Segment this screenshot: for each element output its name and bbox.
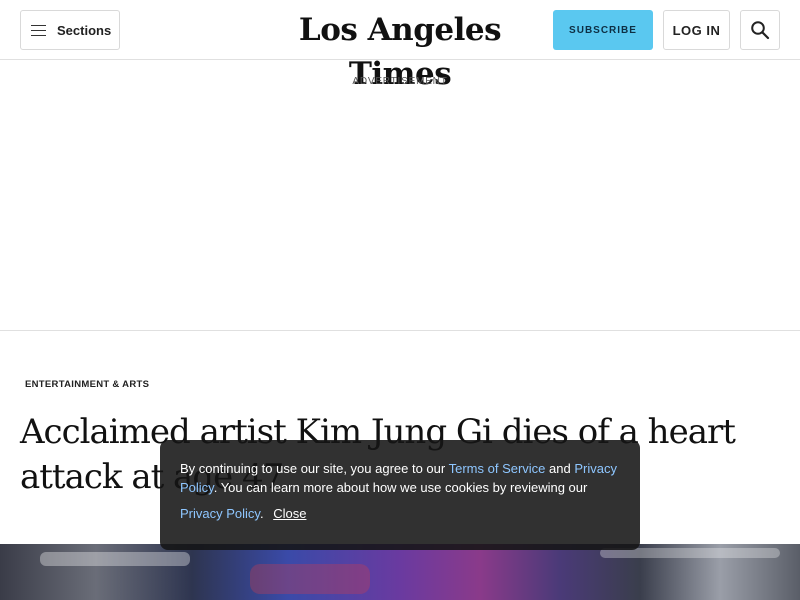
section-tag-link[interactable]: ENTERTAINMENT & ARTS [25, 379, 149, 390]
cookie-close-button[interactable]: Close [273, 506, 306, 521]
cookie-consent-banner: By continuing to use our site, you agree… [160, 440, 640, 550]
cookie-actions: Privacy Policy. Close [180, 506, 307, 521]
sections-label: Sections [57, 22, 112, 38]
terms-of-service-link[interactable]: Terms of Service [449, 461, 546, 476]
site-header: Sections Los Angeles Times SUBSCRIBE LOG… [0, 0, 800, 92]
login-button[interactable]: LOG IN [663, 10, 730, 50]
advertisement-slot [0, 92, 800, 330]
sections-button[interactable]: Sections [20, 10, 120, 50]
advertisement-label: ADVERTISEMENT [352, 76, 448, 87]
privacy-policy-link-2[interactable]: Privacy Policy [180, 506, 260, 521]
divider [0, 330, 800, 331]
hamburger-menu-icon [31, 24, 46, 36]
search-icon [751, 21, 770, 40]
search-button[interactable] [740, 10, 780, 50]
site-logo[interactable]: Los Angeles Times [250, 8, 550, 92]
article-hero-image [0, 544, 800, 600]
subscribe-button[interactable]: SUBSCRIBE [553, 10, 653, 50]
cookie-text: By continuing to use our site, you agree… [180, 461, 617, 495]
